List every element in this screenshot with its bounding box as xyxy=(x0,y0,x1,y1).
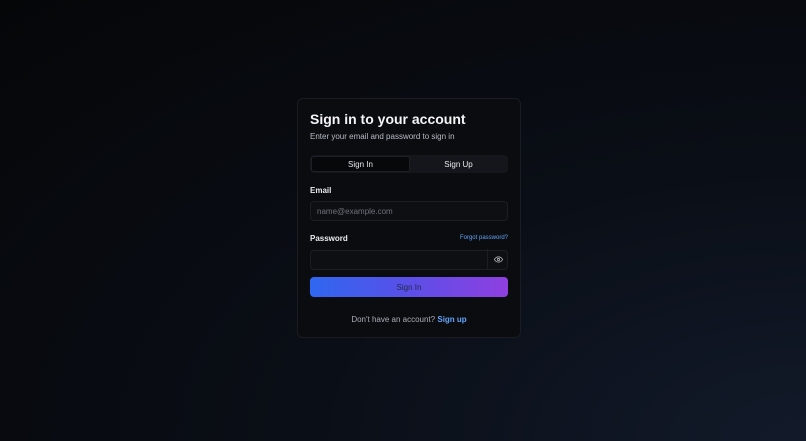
password-field-wrapper xyxy=(310,249,508,270)
card-title: Sign in to your account xyxy=(310,111,466,127)
auth-tabs: Sign In Sign Up xyxy=(310,155,508,173)
email-field[interactable] xyxy=(310,201,508,221)
email-label: Email xyxy=(310,185,332,195)
password-label-row: Password Forgot password? xyxy=(310,232,508,244)
card-subtitle: Enter your email and password to sign in xyxy=(310,132,455,141)
sign-up-link[interactable]: Sign up xyxy=(437,315,466,324)
password-field[interactable] xyxy=(310,249,508,270)
tab-sign-in[interactable]: Sign In xyxy=(311,156,410,172)
show-password-button[interactable] xyxy=(487,249,508,269)
sign-in-card: Sign in to your account Enter your email… xyxy=(297,98,521,338)
eye-icon xyxy=(493,256,503,262)
forgot-password-link[interactable]: Forgot password? xyxy=(460,235,508,241)
email-label-row: Email xyxy=(310,184,508,196)
sign-in-button[interactable]: Sign In xyxy=(310,277,508,297)
signup-prompt: Don't have an account? Sign up xyxy=(310,315,508,324)
signup-prompt-text: Don't have an account? xyxy=(351,315,436,324)
password-label: Password xyxy=(310,233,348,243)
tab-sign-up[interactable]: Sign Up xyxy=(410,156,507,172)
